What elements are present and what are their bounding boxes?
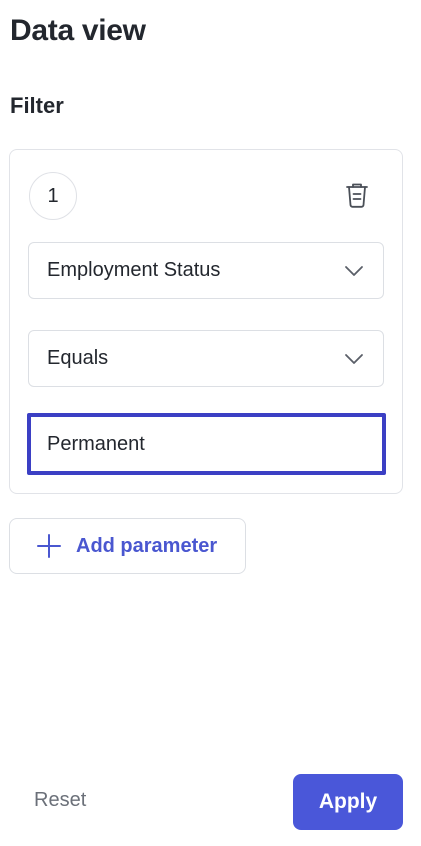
data-view-panel: Data view Filter 1 Employment Status Equ… [0, 0, 421, 846]
delete-filter-button[interactable] [341, 179, 373, 211]
chevron-down-icon [343, 260, 365, 282]
page-title: Data view [10, 14, 146, 47]
reset-button[interactable]: Reset [34, 789, 86, 812]
operator-select-value: Equals [47, 347, 109, 369]
add-parameter-label: Add parameter [76, 534, 218, 557]
trash-icon [346, 183, 368, 208]
chevron-down-icon [343, 348, 365, 370]
apply-button[interactable]: Apply [293, 774, 403, 830]
field-select-value: Employment Status [47, 259, 221, 281]
filter-card: 1 Employment Status Equals [9, 149, 403, 494]
filter-index-badge: 1 [29, 172, 77, 220]
field-select[interactable]: Employment Status [28, 242, 384, 299]
operator-select[interactable]: Equals [28, 330, 384, 387]
filter-section-title: Filter [10, 93, 64, 118]
add-parameter-button[interactable]: Add parameter [9, 518, 246, 574]
filter-value-input[interactable] [27, 413, 386, 475]
plus-icon [36, 533, 62, 559]
